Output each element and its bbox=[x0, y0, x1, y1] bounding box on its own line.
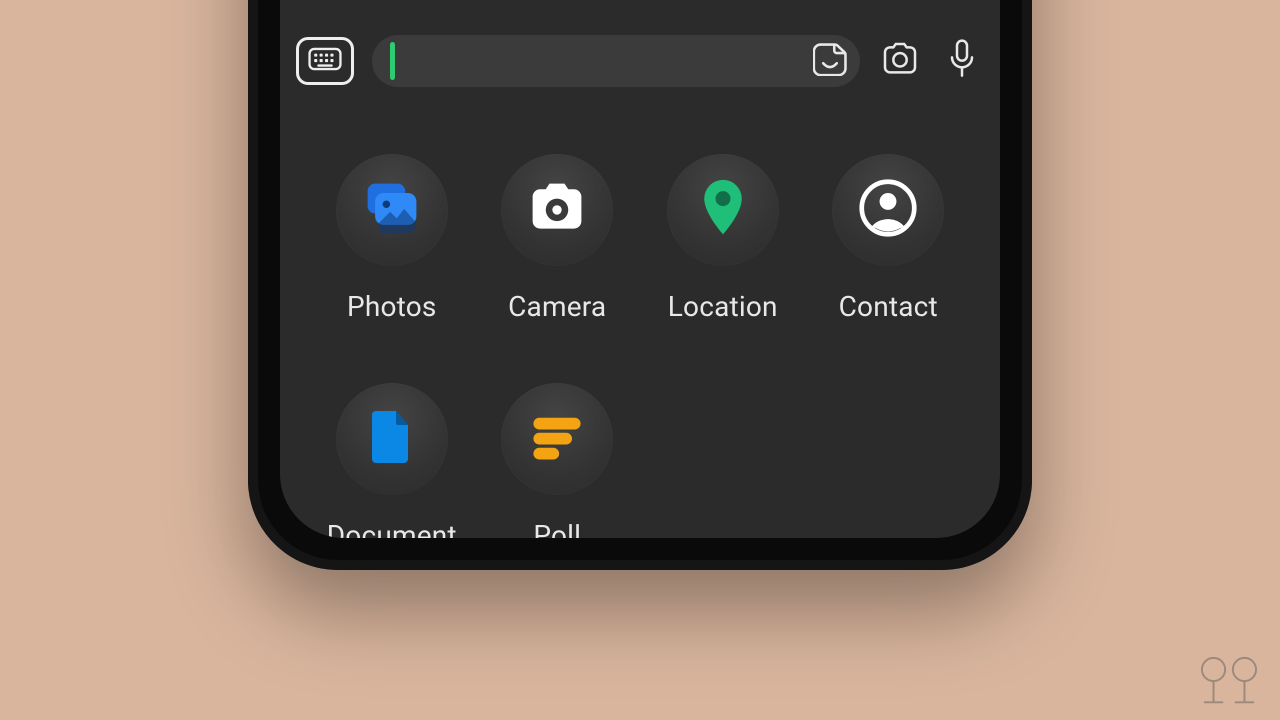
attach-photos[interactable]: Photos bbox=[336, 154, 448, 323]
attach-contact-label: Contact bbox=[839, 290, 938, 323]
attach-location[interactable]: Location bbox=[667, 154, 779, 323]
attach-camera-circle bbox=[501, 154, 613, 266]
attach-photos-label: Photos bbox=[347, 290, 437, 323]
microphone-button[interactable] bbox=[940, 39, 984, 83]
keyboard-icon bbox=[308, 46, 342, 76]
document-icon bbox=[362, 407, 422, 471]
attachment-sheet: Photos Camera bbox=[280, 112, 1000, 538]
sticker-button[interactable] bbox=[810, 41, 850, 81]
camera-icon bbox=[527, 178, 587, 242]
message-input-row bbox=[296, 34, 984, 88]
watermark-robot-icon bbox=[1190, 654, 1268, 716]
microphone-icon bbox=[947, 39, 977, 83]
attach-document-circle bbox=[336, 383, 448, 495]
camera-icon bbox=[880, 42, 920, 80]
sticker-icon bbox=[813, 42, 847, 80]
attach-poll-label: Poll bbox=[533, 519, 581, 538]
poll-icon bbox=[527, 407, 587, 471]
attach-document-label: Document bbox=[327, 519, 457, 538]
attach-contact-circle bbox=[832, 154, 944, 266]
phone-frame: Photos Camera bbox=[248, 0, 1032, 570]
camera-button[interactable] bbox=[878, 39, 922, 83]
map-pin-icon bbox=[693, 178, 753, 242]
attach-photos-circle bbox=[336, 154, 448, 266]
text-cursor bbox=[390, 42, 395, 80]
gallery-icon bbox=[362, 178, 422, 242]
phone-screen: Photos Camera bbox=[280, 0, 1000, 538]
attach-poll[interactable]: Poll bbox=[501, 383, 613, 538]
attach-document[interactable]: Document bbox=[327, 383, 457, 538]
attach-camera-label: Camera bbox=[508, 290, 606, 323]
message-input[interactable] bbox=[372, 35, 860, 87]
attach-location-circle bbox=[667, 154, 779, 266]
attach-location-label: Location bbox=[668, 290, 778, 323]
attach-camera[interactable]: Camera bbox=[501, 154, 613, 323]
attach-poll-circle bbox=[501, 383, 613, 495]
contact-icon bbox=[858, 178, 918, 242]
attach-contact[interactable]: Contact bbox=[832, 154, 944, 323]
keyboard-toggle-button[interactable] bbox=[296, 37, 354, 85]
